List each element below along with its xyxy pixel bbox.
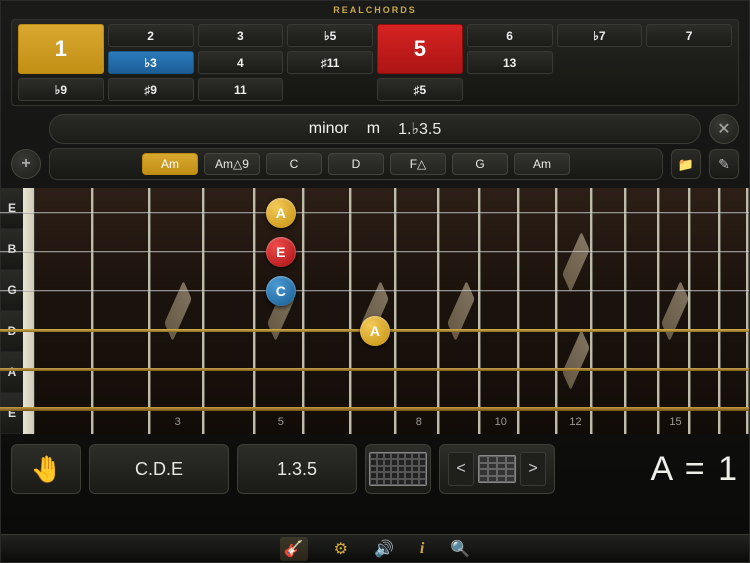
string-label-E: E — [1, 188, 23, 229]
interval-♯5[interactable]: ♯5 — [377, 78, 463, 101]
hand-icon: ✋ — [30, 454, 62, 485]
chord-quality: minor — [309, 120, 349, 138]
chord-list: Am Am△9 CD F△ G Am — [49, 148, 663, 180]
string-label-A: A — [1, 352, 23, 393]
gear-icon[interactable] — [334, 539, 348, 559]
fret-note-E[interactable]: E — [266, 237, 296, 267]
interval-2[interactable]: 2 — [108, 24, 194, 47]
close-icon — [717, 119, 730, 139]
interval-4[interactable]: 4 — [198, 51, 284, 74]
brand-title: REALCHORDS — [1, 1, 749, 17]
interval-1[interactable]: 1 — [18, 24, 104, 74]
root-equals-label: A = 1 — [651, 450, 739, 489]
fret-note-A[interactable]: A — [360, 316, 390, 346]
fretboard[interactable]: EBGDAE AECA 358101215 — [1, 188, 749, 434]
interval-7[interactable]: 7 — [646, 24, 732, 47]
chord-list-row: Am Am△9 CD F△ G Am — [11, 148, 739, 180]
speaker-icon[interactable] — [374, 539, 394, 559]
footer-toolbar: i — [1, 534, 749, 562]
interval-grid: 1 ♭9 2 ♭3 ♯9 3 4 11 ♭5 ♯115 ♯5 6 13♭77 — [11, 19, 739, 106]
pencil-icon — [718, 156, 730, 173]
chord-chip-F△[interactable]: F△ — [390, 153, 446, 175]
chord-chip-G[interactable]: G — [452, 153, 508, 175]
interval-6[interactable]: 6 — [467, 24, 553, 47]
interval-3[interactable]: 3 — [198, 24, 284, 47]
bottom-controls: ✋ C.D.E 1.3.5 < > A = 1 — [11, 444, 739, 494]
interval-5[interactable]: 5 — [377, 24, 463, 74]
chord-formula: 1.♭3.5 — [398, 119, 441, 139]
interval-♭3[interactable]: ♭3 — [108, 51, 194, 74]
add-chord-button[interactable] — [11, 149, 41, 179]
clear-button[interactable] — [709, 114, 739, 144]
chord-symbol: m — [367, 120, 380, 138]
chord-chip-Am△9[interactable]: Am△9 — [204, 153, 260, 175]
chord-name-row: minor m 1.♭3.5 — [11, 114, 739, 144]
folder-icon — [678, 156, 694, 173]
interval-♯11[interactable]: ♯11 — [287, 51, 373, 74]
chord-chip-C[interactable]: C — [266, 153, 322, 175]
info-icon[interactable]: i — [420, 540, 424, 558]
note-names-button[interactable]: C.D.E — [89, 444, 229, 494]
interval-13[interactable]: 13 — [467, 51, 553, 74]
search-icon[interactable] — [450, 539, 470, 559]
board[interactable]: AECA — [35, 188, 749, 434]
fret-note-C[interactable]: C — [266, 276, 296, 306]
voicing-nav: < > — [439, 444, 555, 494]
guitar-icon[interactable] — [280, 537, 308, 561]
fret-note-A[interactable]: A — [266, 198, 296, 228]
string-labels: EBGDAE — [1, 188, 23, 434]
string-label-B: B — [1, 229, 23, 270]
chord-chip-Am[interactable]: Am — [142, 153, 198, 175]
next-voicing-button[interactable]: > — [520, 452, 546, 486]
interval-♭5[interactable]: ♭5 — [287, 24, 373, 47]
chord-chip-Am[interactable]: Am — [514, 153, 570, 175]
chord-name-display: minor m 1.♭3.5 — [49, 114, 701, 144]
edit-button[interactable] — [709, 149, 739, 179]
chord-chip-D[interactable]: D — [328, 153, 384, 175]
chord-diagram-button[interactable] — [365, 444, 431, 494]
interval-♯9[interactable]: ♯9 — [108, 78, 194, 101]
string-label-E: E — [1, 393, 23, 434]
prev-voicing-button[interactable]: < — [448, 452, 474, 486]
interval-numbers-button[interactable]: 1.3.5 — [237, 444, 357, 494]
plus-icon — [21, 155, 30, 173]
nut — [23, 188, 35, 434]
chord-grid-icon — [369, 452, 427, 486]
interval-♭9[interactable]: ♭9 — [18, 78, 104, 101]
hand-mode-button[interactable]: ✋ — [11, 444, 81, 494]
interval-♭7[interactable]: ♭7 — [557, 24, 643, 47]
interval-11[interactable]: 11 — [198, 78, 284, 101]
open-folder-button[interactable] — [671, 149, 701, 179]
app-window: REALCHORDS 1♭92♭3♯93411♭5♯115♯5613♭77 mi… — [0, 0, 750, 563]
voicing-grid-icon — [478, 455, 516, 483]
